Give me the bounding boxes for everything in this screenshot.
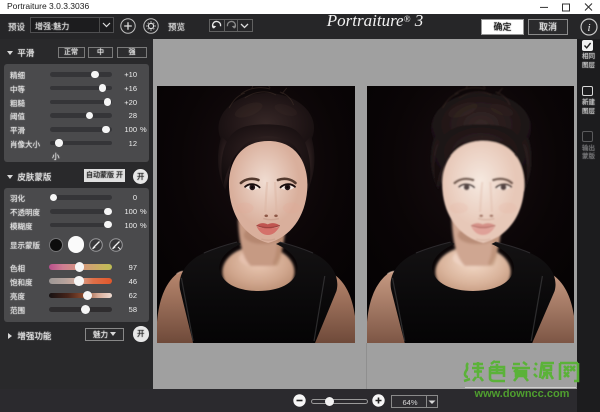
svg-text:i: i — [587, 22, 590, 34]
